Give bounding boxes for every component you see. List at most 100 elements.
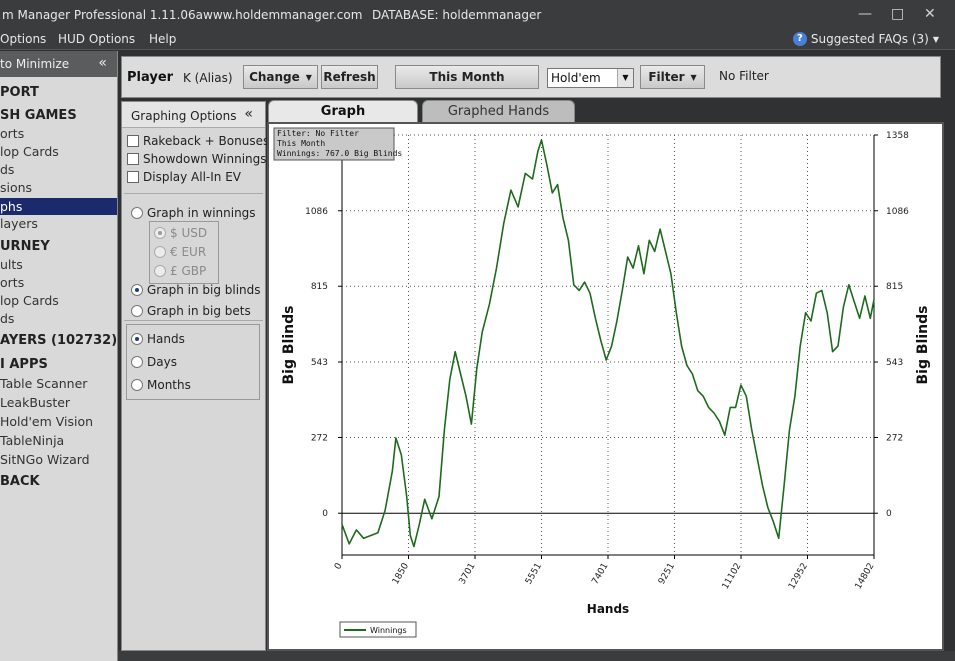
suggested-faqs-button[interactable]: ? Suggested FAQs (3) ▼	[792, 32, 939, 46]
player-alias: K (Alias)	[183, 71, 233, 85]
rakeback-label: Rakeback + Bonuses	[143, 134, 270, 148]
sidebar-item[interactable]: AYERS (102732)	[0, 333, 117, 348]
sidebar-item[interactable]: LeakBuster	[0, 395, 70, 410]
filter-button[interactable]: Filter ▼	[640, 65, 705, 89]
showdown-winnings-label: Showdown Winnings	[143, 152, 267, 166]
maximize-icon[interactable]: □	[891, 6, 904, 22]
radio-button[interactable]	[131, 356, 143, 368]
tab-graph[interactable]: Graph	[268, 100, 418, 122]
sidebar-item[interactable]: phs	[0, 198, 117, 215]
hands-radio[interactable]: Hands	[131, 332, 185, 346]
game-type-select[interactable]: Hold'em ▼	[547, 68, 634, 88]
checkbox-box[interactable]	[127, 135, 139, 147]
rakeback-checkbox[interactable]: Rakeback + Bonuses	[127, 134, 269, 148]
change-label: Change	[249, 70, 300, 84]
graph-in-big-bets-label: Graph in big bets	[147, 304, 251, 318]
sidebar-item[interactable]: layers	[0, 216, 38, 231]
sidebar-item[interactable]: SitNGo Wizard	[0, 452, 90, 467]
sidebar-item[interactable]: orts	[0, 275, 24, 290]
help-icon: ?	[792, 32, 807, 46]
sidebar-item[interactable]: ults	[0, 257, 23, 272]
suggested-faqs-label: Suggested FAQs (3)	[810, 32, 929, 46]
sidebar-item[interactable]: URNEY	[0, 239, 50, 254]
x-axis-title: Hands	[587, 602, 629, 616]
tab-graph-label: Graph	[320, 104, 366, 119]
hands-label: Hands	[147, 332, 185, 346]
graphing-options-panel: Graphing Options « Rakeback + Bonuses Sh…	[121, 101, 269, 651]
graph-in-big-blinds-radio[interactable]: Graph in big blinds	[131, 283, 261, 297]
checkbox-box[interactable]	[127, 153, 139, 165]
x-tick-label: 7401	[590, 562, 610, 587]
graphing-options-header[interactable]: Graphing Options «	[122, 102, 265, 128]
legend-label: Winnings	[370, 626, 407, 635]
eur-label: € EUR	[170, 245, 207, 259]
graph-in-big-bets-radio[interactable]: Graph in big bets	[131, 304, 251, 318]
usd-label: $ USD	[170, 226, 208, 240]
x-tick-label: 11102	[721, 562, 744, 592]
radio-button[interactable]	[131, 305, 143, 317]
sidebar-item[interactable]: SH GAMES	[0, 108, 77, 123]
gbp-label: £ GBP	[170, 264, 207, 278]
all-in-ev-checkbox[interactable]: Display All-In EV	[127, 170, 241, 184]
collapse-icon[interactable]: «	[244, 106, 253, 122]
months-radio[interactable]: Months	[131, 378, 191, 392]
sidebar-item[interactable]: ds	[0, 162, 14, 177]
showdown-winnings-checkbox[interactable]: Showdown Winnings	[127, 152, 267, 166]
minimize-icon[interactable]: —	[858, 6, 872, 22]
checkbox-box[interactable]	[127, 171, 139, 183]
all-in-ev-label: Display All-In EV	[143, 170, 242, 184]
filter-label: Filter	[648, 70, 685, 84]
sidebar-header[interactable]: to Minimize «	[0, 51, 117, 77]
months-label: Months	[147, 378, 191, 392]
database-label: DATABASE: holdemmanager	[372, 8, 542, 22]
radio-button[interactable]	[131, 333, 143, 345]
player-toolbar: Player K (Alias) Change ▼ Refresh This Mo…	[121, 56, 941, 98]
y-tick-label-right: 543	[886, 358, 903, 368]
radio-button[interactable]	[154, 227, 166, 239]
radio-button[interactable]	[131, 207, 143, 219]
days-label: Days	[147, 355, 177, 369]
radio-button[interactable]	[131, 379, 143, 391]
sidebar-item[interactable]: lop Cards	[0, 144, 59, 159]
radio-button[interactable]	[154, 246, 166, 258]
sidebar-item[interactable]: ds	[0, 311, 14, 326]
refresh-button[interactable]: Refresh	[321, 65, 378, 89]
x-tick-label: 9251	[657, 562, 677, 587]
close-icon[interactable]: ✕	[924, 6, 936, 22]
sidebar-item[interactable]: PORT	[0, 85, 39, 100]
days-radio[interactable]: Days	[131, 355, 177, 369]
y-tick-label-right: 1086	[886, 207, 909, 217]
menu-options[interactable]: Options	[0, 32, 46, 46]
website-link[interactable]: www.holdemmanager.com	[203, 8, 362, 22]
sidebar-item[interactable]: BACK	[0, 474, 40, 489]
sidebar-item[interactable]: TableNinja	[0, 433, 64, 448]
eur-radio[interactable]: € EUR	[154, 245, 206, 259]
sidebar-header-label: to Minimize	[0, 57, 70, 71]
sidebar-item[interactable]: lop Cards	[0, 293, 59, 308]
radio-button[interactable]	[154, 265, 166, 277]
filter-status: No Filter	[719, 69, 769, 83]
usd-radio[interactable]: $ USD	[154, 226, 207, 240]
menu-hud-options[interactable]: HUD Options	[58, 32, 135, 46]
x-tick-label: 3701	[458, 562, 478, 587]
radio-button[interactable]	[131, 284, 143, 296]
menu-help[interactable]: Help	[149, 32, 176, 46]
x-tick-label: 5551	[524, 562, 544, 587]
time-period-button[interactable]: This Month	[395, 65, 539, 89]
y-axis-title-right: Big Blinds	[915, 306, 931, 385]
info-box-line: Winnings: 767.0 Big Blinds	[277, 149, 402, 158]
graph-in-winnings-label: Graph in winnings	[147, 206, 256, 220]
graph-in-winnings-radio[interactable]: Graph in winnings	[131, 206, 256, 220]
chevron-down-icon: ▼	[932, 34, 939, 44]
tab-graphed-hands[interactable]: Graphed Hands	[422, 100, 575, 122]
info-box-line: This Month	[277, 139, 325, 148]
sidebar-item[interactable]: orts	[0, 126, 24, 141]
change-player-button[interactable]: Change ▼	[243, 65, 318, 89]
gbp-radio[interactable]: £ GBP	[154, 264, 206, 278]
collapse-icon[interactable]: «	[98, 55, 107, 71]
sidebar-item[interactable]: sions	[0, 180, 32, 195]
sidebar-item[interactable]: Hold'em Vision	[0, 414, 93, 429]
tab-strip: Graph Graphed Hands	[266, 100, 942, 122]
sidebar-item[interactable]: I APPS	[0, 357, 48, 372]
sidebar-item[interactable]: Table Scanner	[0, 376, 87, 391]
